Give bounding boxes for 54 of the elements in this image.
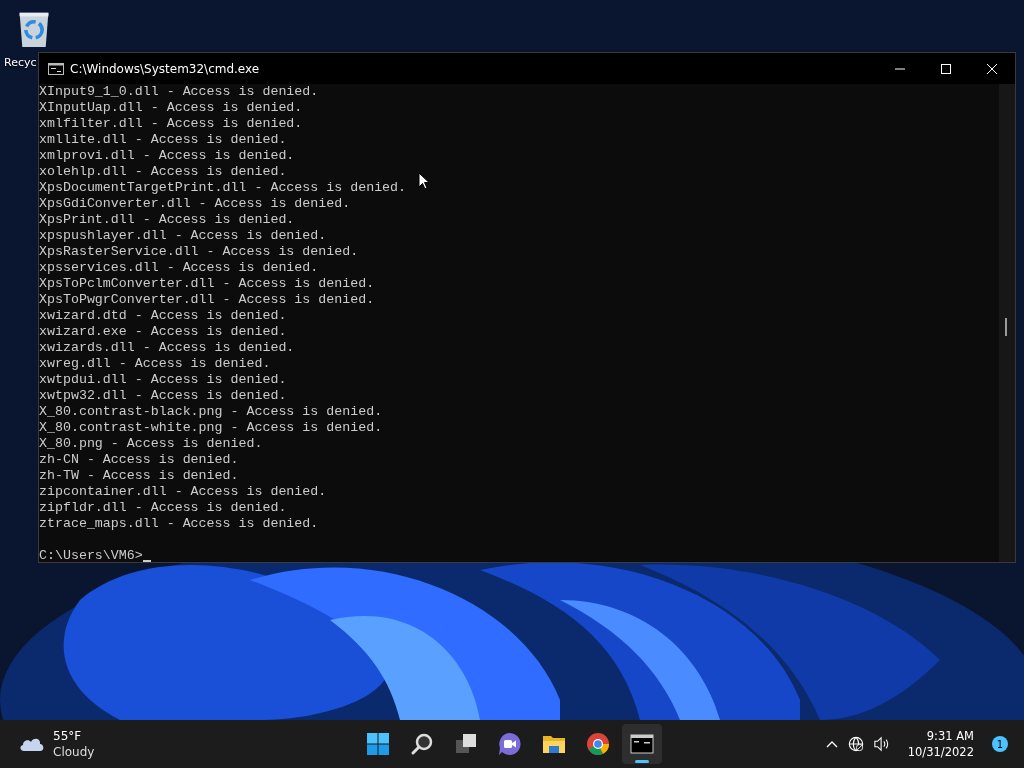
speaker-icon[interactable]: [873, 736, 890, 752]
console-line: XInput9_1_0.dll - Access is denied.: [39, 84, 319, 100]
console-line: xwizard.dtd - Access is denied.: [39, 308, 287, 324]
console-line: xmllite.dll - Access is denied.: [39, 132, 287, 148]
browser-icon: [586, 732, 610, 756]
weather-condition[interactable]: Cloudy: [53, 744, 95, 760]
console-line: XpsToPclmConverter.dll - Access is denied.: [39, 276, 375, 292]
console-line: XpsToPwgrConverter.dll - Access is denied.: [39, 292, 375, 308]
temperature[interactable]: 55°F: [53, 728, 95, 744]
close-icon: [987, 63, 997, 74]
console-line: xpspushlayer.dll - Access is denied.: [39, 228, 327, 244]
console-line: zh-CN - Access is denied.: [39, 452, 239, 468]
console-line: zh-TW - Access is denied.: [39, 468, 239, 484]
clock-time[interactable]: 9:31 AM: [926, 728, 974, 744]
console-line: xmlprovi.dll - Access is denied.: [39, 148, 295, 164]
video-chat-icon: [498, 732, 522, 756]
console-line: xwreg.dll - Access is denied.: [39, 356, 271, 372]
text-cursor: [142, 560, 151, 562]
console-line: xwtpw32.dll - Access is denied.: [39, 388, 287, 404]
console-line: xmlfilter.dll - Access is denied.: [39, 116, 303, 132]
console-line: xpsservices.dll - Access is denied.: [39, 260, 319, 276]
scrollbar[interactable]: [999, 84, 1015, 562]
taskbar-app-button[interactable]: [622, 724, 662, 764]
console-line: X_80.contrast-white.png - Access is denied.: [39, 420, 383, 436]
console-line: XpsDocumentTargetPrint.dll - Access is denied.: [39, 180, 407, 196]
terminal-icon: [48, 62, 64, 75]
scrollbar-thumb[interactable]: [1005, 318, 1007, 336]
console-line: ztrace_maps.dll - Access is denied.: [39, 516, 319, 532]
console-line: X_80.contrast-black.png - Access is denied.: [39, 404, 383, 420]
console-line: zipcontainer.dll - Access is denied.: [39, 484, 327, 500]
command-prompt: C:\Users\VM6>: [39, 548, 143, 564]
window-title: C:\Windows\System32\cmd.exe: [70, 61, 260, 76]
console-line: X_80.png - Access is denied.: [39, 436, 263, 452]
terminal-icon: [630, 732, 654, 756]
windows-logo-icon: [366, 732, 390, 756]
cloud-icon: [19, 736, 45, 752]
search-icon: [410, 732, 434, 756]
console-line: xwtpdui.dll - Access is denied.: [39, 372, 287, 388]
desktop-icon-label: Recyc: [4, 56, 37, 69]
console-line: XInputUap.dll - Access is denied.: [39, 100, 303, 116]
console-line: XpsRasterService.dll - Access is denied.: [39, 244, 359, 260]
mouse-pointer-icon: [418, 172, 430, 190]
chevron-up-icon[interactable]: [825, 740, 838, 748]
globe-icon[interactable]: [847, 736, 864, 752]
console-line: XpsGdiConverter.dll - Access is denied.: [39, 196, 351, 212]
console-line: XpsPrint.dll - Access is denied.: [39, 212, 295, 228]
notification-count[interactable]: 1: [992, 736, 1008, 752]
console-line: xwizard.exe - Access is denied.: [39, 324, 287, 340]
console-line: zipfldr.dll - Access is denied.: [39, 500, 287, 516]
overlapping-squares-icon: [454, 732, 478, 756]
clock-date[interactable]: 10/31/2022: [907, 744, 974, 760]
console-line: xolehlp.dll - Access is denied.: [39, 164, 287, 180]
maximize-icon: [941, 63, 951, 74]
console-line: xwizards.dll - Access is denied.: [39, 340, 295, 356]
